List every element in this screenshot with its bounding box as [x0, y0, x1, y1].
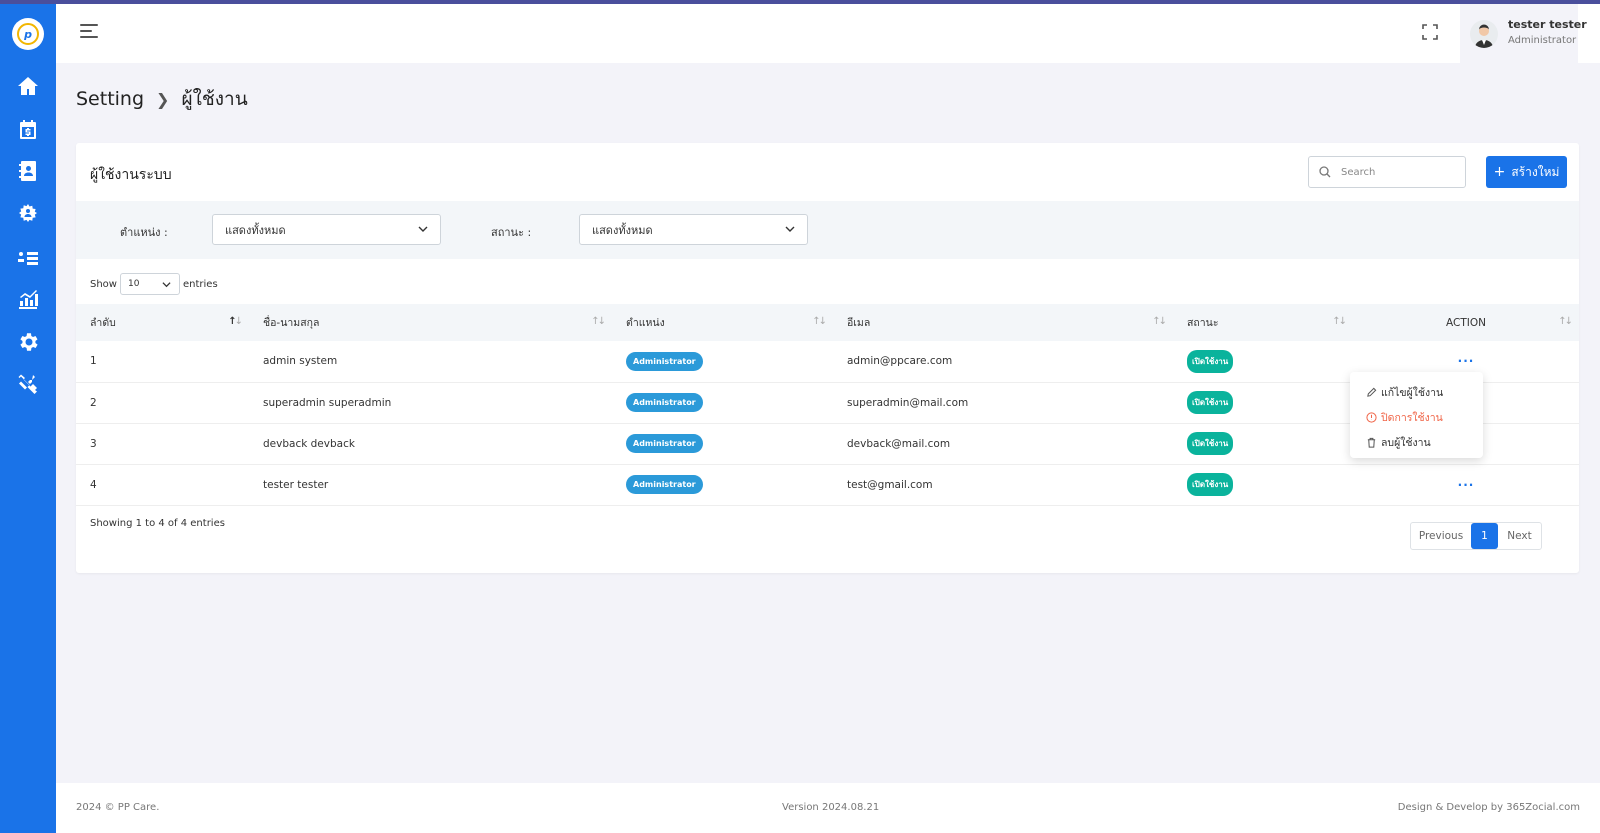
row-name: tester tester	[249, 464, 612, 506]
calendar-money-icon[interactable]	[14, 115, 42, 143]
footer-credit[interactable]: Design & Develop by 365Zocial.com	[1398, 802, 1580, 813]
users-card: ผู้ใช้งานระบบ Search + สร้างใหม่ ตำแหน่ง…	[76, 143, 1579, 573]
filter-bar: ตำแหน่ง : แสดงทั้งหมด สถานะ : แสดงทั้งหม…	[76, 201, 1579, 259]
next-page-button[interactable]: Next	[1498, 523, 1541, 549]
menu-toggle-icon[interactable]	[80, 24, 98, 40]
breadcrumb: Setting ❯ ผู้ใช้งาน	[76, 84, 248, 114]
chevron-right-icon: ❯	[156, 89, 170, 109]
previous-page-button[interactable]: Previous	[1411, 523, 1471, 549]
home-icon[interactable]	[14, 72, 42, 100]
row-number: 4	[76, 464, 249, 506]
pencil-icon	[1367, 387, 1377, 397]
fullscreen-icon[interactable]	[1422, 24, 1438, 40]
table-header-row: ลำดับ ↑↓ ชื่อ-นามสกุล ↑↓ ตำแหน่ง ↑↓ อีเมล ↑↓…	[76, 304, 1579, 341]
search-input[interactable]: Search	[1308, 156, 1466, 188]
page-length-select[interactable]: 10	[119, 273, 180, 295]
column-header[interactable]: ACTION ↑↓	[1353, 304, 1579, 341]
card-title: ผู้ใช้งานระบบ	[90, 167, 172, 183]
disable-user-menu-item[interactable]: ปิดการใช้งาน	[1366, 409, 1443, 426]
role-badge: Administrator	[626, 393, 703, 412]
chevron-down-icon	[162, 282, 171, 288]
delete-user-menu-item[interactable]: ลบผู้ใช้งาน	[1366, 434, 1431, 451]
search-placeholder: Search	[1341, 166, 1376, 178]
trash-icon	[1367, 437, 1376, 448]
role-badge: Administrator	[626, 475, 703, 494]
row-name: devback devback	[249, 423, 612, 465]
column-header[interactable]: ลำดับ ↑↓	[76, 304, 249, 341]
column-header[interactable]: สถานะ ↑↓	[1173, 304, 1353, 341]
role-badge: Administrator	[626, 434, 703, 453]
position-filter-label: ตำแหน่ง :	[120, 226, 168, 239]
chevron-down-icon	[418, 226, 428, 232]
table-info: Showing 1 to 4 of 4 entries	[90, 518, 225, 529]
chart-icon[interactable]	[14, 285, 42, 313]
row-number: 3	[76, 423, 249, 465]
show-label: Show	[90, 278, 117, 290]
chevron-down-icon	[785, 226, 795, 232]
row-email: devback@mail.com	[833, 423, 1173, 465]
topbar: tester tester Administrator	[56, 4, 1600, 63]
more-actions-icon[interactable]: ···	[1458, 478, 1475, 492]
status-badge: เปิดใช้งาน	[1187, 391, 1234, 414]
row-email: superadmin@mail.com	[833, 382, 1173, 424]
user-menu[interactable]: tester tester Administrator	[1460, 4, 1587, 63]
column-header[interactable]: อีเมล ↑↓	[833, 304, 1173, 341]
breadcrumb-parent[interactable]: Setting	[76, 88, 144, 110]
row-number: 1	[76, 341, 249, 383]
row-name: superadmin superadmin	[249, 382, 612, 424]
column-header[interactable]: ชื่อ-นามสกุล ↑↓	[249, 304, 612, 341]
row-action-menu: แก้ไขผู้ใช้งาน ปิดการใช้งาน ลบผู้ใช้งาน	[1350, 372, 1483, 458]
current-page-button[interactable]: 1	[1471, 523, 1498, 549]
create-button[interactable]: + สร้างใหม่	[1486, 156, 1567, 188]
footer-version: Version 2024.08.21	[782, 802, 880, 813]
create-label: สร้างใหม่	[1511, 164, 1560, 179]
status-badge: เปิดใช้งาน	[1187, 473, 1234, 496]
user-role: Administrator	[1508, 35, 1577, 46]
alert-circle-icon	[1366, 412, 1377, 423]
user-list-icon[interactable]	[14, 243, 42, 271]
position-filter-value: แสดงทั้งหมด	[225, 223, 286, 237]
search-icon	[1319, 166, 1331, 178]
app-logo[interactable]: p	[12, 18, 44, 50]
plus-icon: +	[1493, 164, 1506, 180]
row-name: admin system	[249, 341, 612, 383]
breadcrumb-current: ผู้ใช้งาน	[181, 88, 248, 110]
footer-copyright: 2024 © PP Care.	[76, 802, 160, 813]
table-row: 4 tester tester Administrator test@gmail…	[76, 464, 1579, 506]
page-length: Show 10 entries	[90, 273, 218, 295]
page-length-value: 10	[127, 279, 140, 289]
status-badge: เปิดใช้งาน	[1187, 349, 1234, 373]
status-filter-label: สถานะ :	[491, 226, 532, 239]
tools-icon[interactable]	[14, 371, 42, 399]
row-number: 2	[76, 382, 249, 424]
status-filter-select[interactable]: แสดงทั้งหมด	[579, 214, 808, 245]
avatar	[1470, 20, 1498, 48]
status-filter-value: แสดงทั้งหมด	[592, 223, 653, 237]
user-name: tester tester	[1508, 18, 1587, 31]
role-badge: Administrator	[626, 351, 703, 371]
column-header[interactable]: ตำแหน่ง ↑↓	[612, 304, 833, 341]
edit-user-menu-item[interactable]: แก้ไขผู้ใช้งาน	[1366, 384, 1443, 401]
more-actions-icon[interactable]: ···	[1458, 354, 1475, 368]
status-badge: เปิดใช้งาน	[1187, 432, 1234, 455]
entries-label: entries	[182, 278, 218, 290]
users-gear-icon[interactable]	[14, 200, 42, 228]
row-email: admin@ppcare.com	[833, 341, 1173, 383]
sidebar: p	[0, 4, 56, 833]
position-filter-select[interactable]: แสดงทั้งหมด	[212, 214, 441, 245]
settings-gear-icon[interactable]	[14, 328, 42, 356]
pagination: Previous 1 Next	[1410, 522, 1542, 550]
footer: 2024 © PP Care. Version 2024.08.21 Desig…	[56, 783, 1600, 833]
contact-book-icon[interactable]	[14, 157, 42, 185]
row-email: test@gmail.com	[833, 464, 1173, 506]
